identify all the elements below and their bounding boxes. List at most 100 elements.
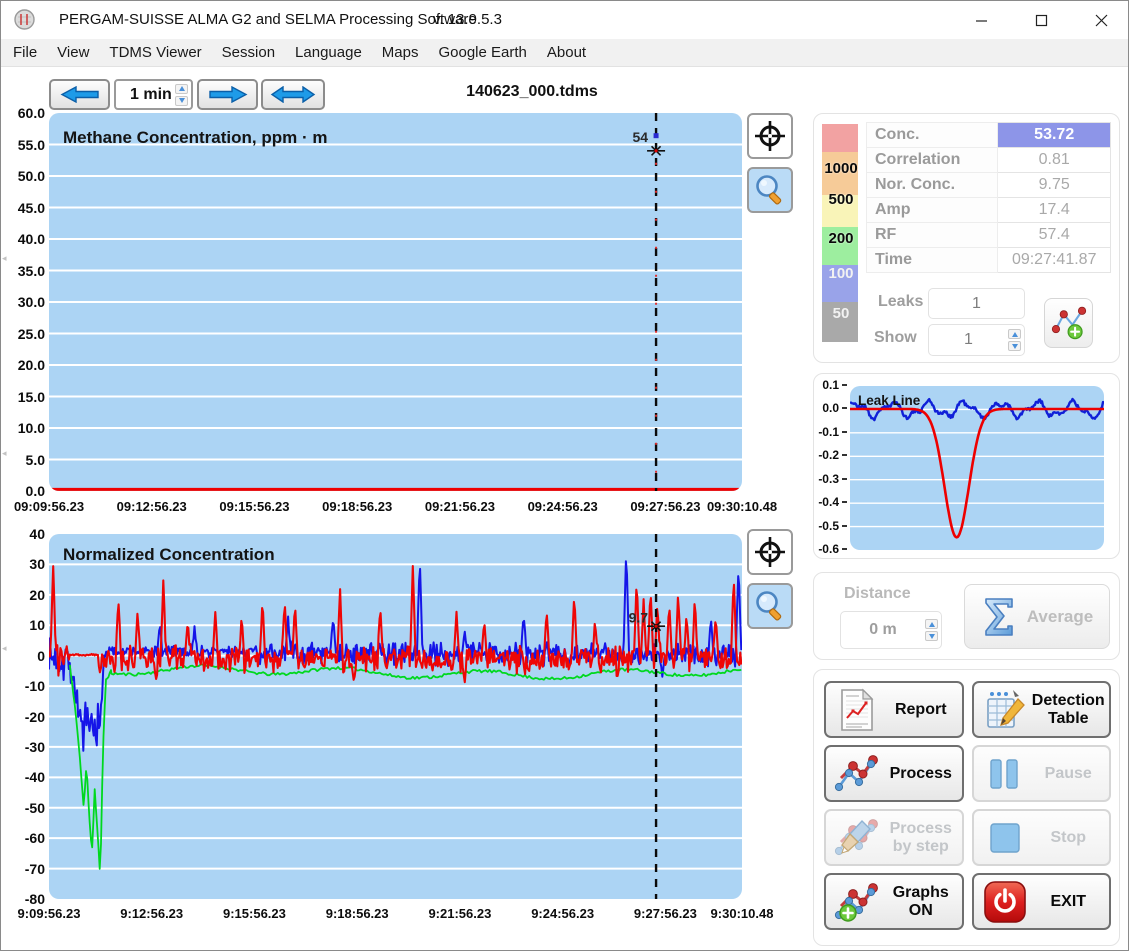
cursor-value-label: 54 xyxy=(632,129,648,145)
arrow-left-icon xyxy=(60,86,100,103)
measurement-row: Time09:27:41.87 xyxy=(867,248,1111,273)
leak-line-plot[interactable]: Leak Line xyxy=(850,386,1104,550)
y-tick-label: 20 xyxy=(1,587,45,603)
window-title: PERGAM-SUISSE ALMA G2 and SELMA Processi… xyxy=(59,1,477,39)
menu-bar: FileViewTDMS ViewerSessionLanguageMapsGo… xyxy=(1,39,1128,67)
normalized-zoom-tool-button[interactable] xyxy=(747,583,793,629)
chart-title: Normalized Concentration xyxy=(63,545,275,564)
distance-spinner-arrows[interactable] xyxy=(925,612,941,648)
add-leak-graph-button[interactable] xyxy=(1044,298,1093,348)
full-range-button[interactable] xyxy=(261,79,325,110)
chart-title: Methane Concentration, ppm · m xyxy=(63,128,327,147)
leaks-input[interactable]: 1 xyxy=(928,288,1025,319)
menu-item-language[interactable]: Language xyxy=(285,39,372,67)
interval-spinner[interactable]: 1 min xyxy=(114,79,193,110)
normalized-cursor-tool-button[interactable] xyxy=(747,529,793,575)
process-by-step-button[interactable]: Process by step xyxy=(824,809,964,866)
measurement-label: Time xyxy=(867,248,998,273)
average-button[interactable]: Average xyxy=(964,584,1110,649)
spinner-down-icon[interactable] xyxy=(175,96,188,106)
y-tick-label: -0.2 xyxy=(807,448,847,462)
measurement-table: Conc.53.72Correlation0.81Nor. Conc.9.75A… xyxy=(866,122,1111,273)
pause-button[interactable]: Pause xyxy=(972,745,1112,802)
stop-button[interactable]: Stop xyxy=(972,809,1112,866)
concentration-color-scale: 100050020010050 xyxy=(822,124,858,342)
report-button[interactable]: Report xyxy=(824,681,964,738)
spinner-up-icon[interactable] xyxy=(1008,329,1021,339)
y-tick-label: -50 xyxy=(1,800,45,816)
chart-title: Leak Line xyxy=(858,393,921,408)
table-pencil-icon xyxy=(982,687,1028,733)
show-leak-spinner[interactable]: 1 xyxy=(928,324,1025,356)
graphs-on-button[interactable]: Graphs ON xyxy=(824,873,964,930)
y-tick-label: -80 xyxy=(1,891,45,907)
close-button[interactable] xyxy=(1078,1,1124,39)
measurement-label: Conc. xyxy=(867,123,998,148)
y-tick-label: -0.6 xyxy=(807,542,847,556)
menu-item-about[interactable]: About xyxy=(537,39,596,67)
x-tick-label: 9:30:10.48 xyxy=(682,906,802,921)
maximize-button[interactable] xyxy=(1018,1,1064,39)
process-button[interactable]: Process xyxy=(824,745,964,802)
measurement-value: 17.4 xyxy=(998,198,1111,223)
arrow-right-icon xyxy=(208,86,248,103)
measurements-panel: 100050020010050 Conc.53.72Correlation0.8… xyxy=(813,113,1120,363)
methane-zoom-tool-button[interactable] xyxy=(747,167,793,213)
menu-item-google-earth[interactable]: Google Earth xyxy=(428,39,536,67)
exit-button[interactable]: EXIT xyxy=(972,873,1112,930)
graphs-on-label: Graphs ON xyxy=(884,884,958,919)
detection-table-button[interactable]: Detection Table xyxy=(972,681,1112,738)
y-tick-label: 35.0 xyxy=(1,263,45,279)
y-tick-label: 40 xyxy=(1,526,45,542)
spinner-down-icon[interactable] xyxy=(1008,341,1021,351)
y-tick-label: -0.5 xyxy=(807,519,847,533)
process-by-step-label: Process by step xyxy=(884,820,958,855)
show-spinner-arrows[interactable] xyxy=(1008,325,1024,355)
power-icon xyxy=(982,879,1028,925)
methane-chart-plot[interactable]: 54 Methane Concentration, ppm · m xyxy=(49,113,742,491)
interval-spinner-arrows[interactable] xyxy=(175,81,191,108)
app-version: v. 13.9.5.3 xyxy=(433,1,502,39)
scale-threshold-label: 1000 xyxy=(818,160,864,177)
step-forward-button[interactable] xyxy=(197,79,258,110)
stop-label: Stop xyxy=(1032,829,1106,846)
y-tick-label: 60.0 xyxy=(1,105,45,121)
measurement-row: Amp17.4 xyxy=(867,198,1111,223)
process-label: Process xyxy=(884,765,958,782)
measurement-label: RF xyxy=(867,223,998,248)
step-back-button[interactable] xyxy=(49,79,110,110)
spinner-down-icon[interactable] xyxy=(925,631,938,641)
menu-item-session[interactable]: Session xyxy=(212,39,285,67)
scale-threshold-label: 500 xyxy=(818,191,864,208)
leaks-label: Leaks xyxy=(878,293,923,311)
normalized-chart-plot[interactable]: 9.7Normalized Concentration xyxy=(49,534,742,899)
y-tick-label: 0.0 xyxy=(1,483,45,499)
menu-item-maps[interactable]: Maps xyxy=(372,39,429,67)
y-tick-label: 10 xyxy=(1,617,45,633)
crosshair-icon xyxy=(753,119,787,153)
menu-item-file[interactable]: File xyxy=(3,39,47,67)
node-graph-icon xyxy=(834,751,880,797)
y-tick-label: -40 xyxy=(1,769,45,785)
menu-item-view[interactable]: View xyxy=(47,39,99,67)
pause-bars-icon xyxy=(982,751,1028,797)
y-tick-label: -0.1 xyxy=(807,425,847,439)
distance-spinner[interactable]: 0 m xyxy=(840,611,942,649)
y-tick-label: -60 xyxy=(1,830,45,846)
spinner-up-icon[interactable] xyxy=(175,84,188,94)
y-tick-label: -20 xyxy=(1,709,45,725)
interval-value: 1 min xyxy=(116,86,175,104)
measurement-row: Correlation0.81 xyxy=(867,148,1111,173)
menu-item-tdms-viewer[interactable]: TDMS Viewer xyxy=(99,39,211,67)
y-tick-label: -0.4 xyxy=(807,495,847,509)
minimize-button[interactable] xyxy=(958,1,1004,39)
measurement-label: Nor. Conc. xyxy=(867,173,998,198)
magnifier-icon xyxy=(753,173,787,207)
measurement-label: Correlation xyxy=(867,148,998,173)
measurement-label: Amp xyxy=(867,198,998,223)
y-tick-label: 45.0 xyxy=(1,200,45,216)
methane-cursor-tool-button[interactable] xyxy=(747,113,793,159)
spinner-up-icon[interactable] xyxy=(925,619,938,629)
y-tick-label: 0 xyxy=(1,648,45,664)
distance-label: Distance xyxy=(844,585,911,603)
